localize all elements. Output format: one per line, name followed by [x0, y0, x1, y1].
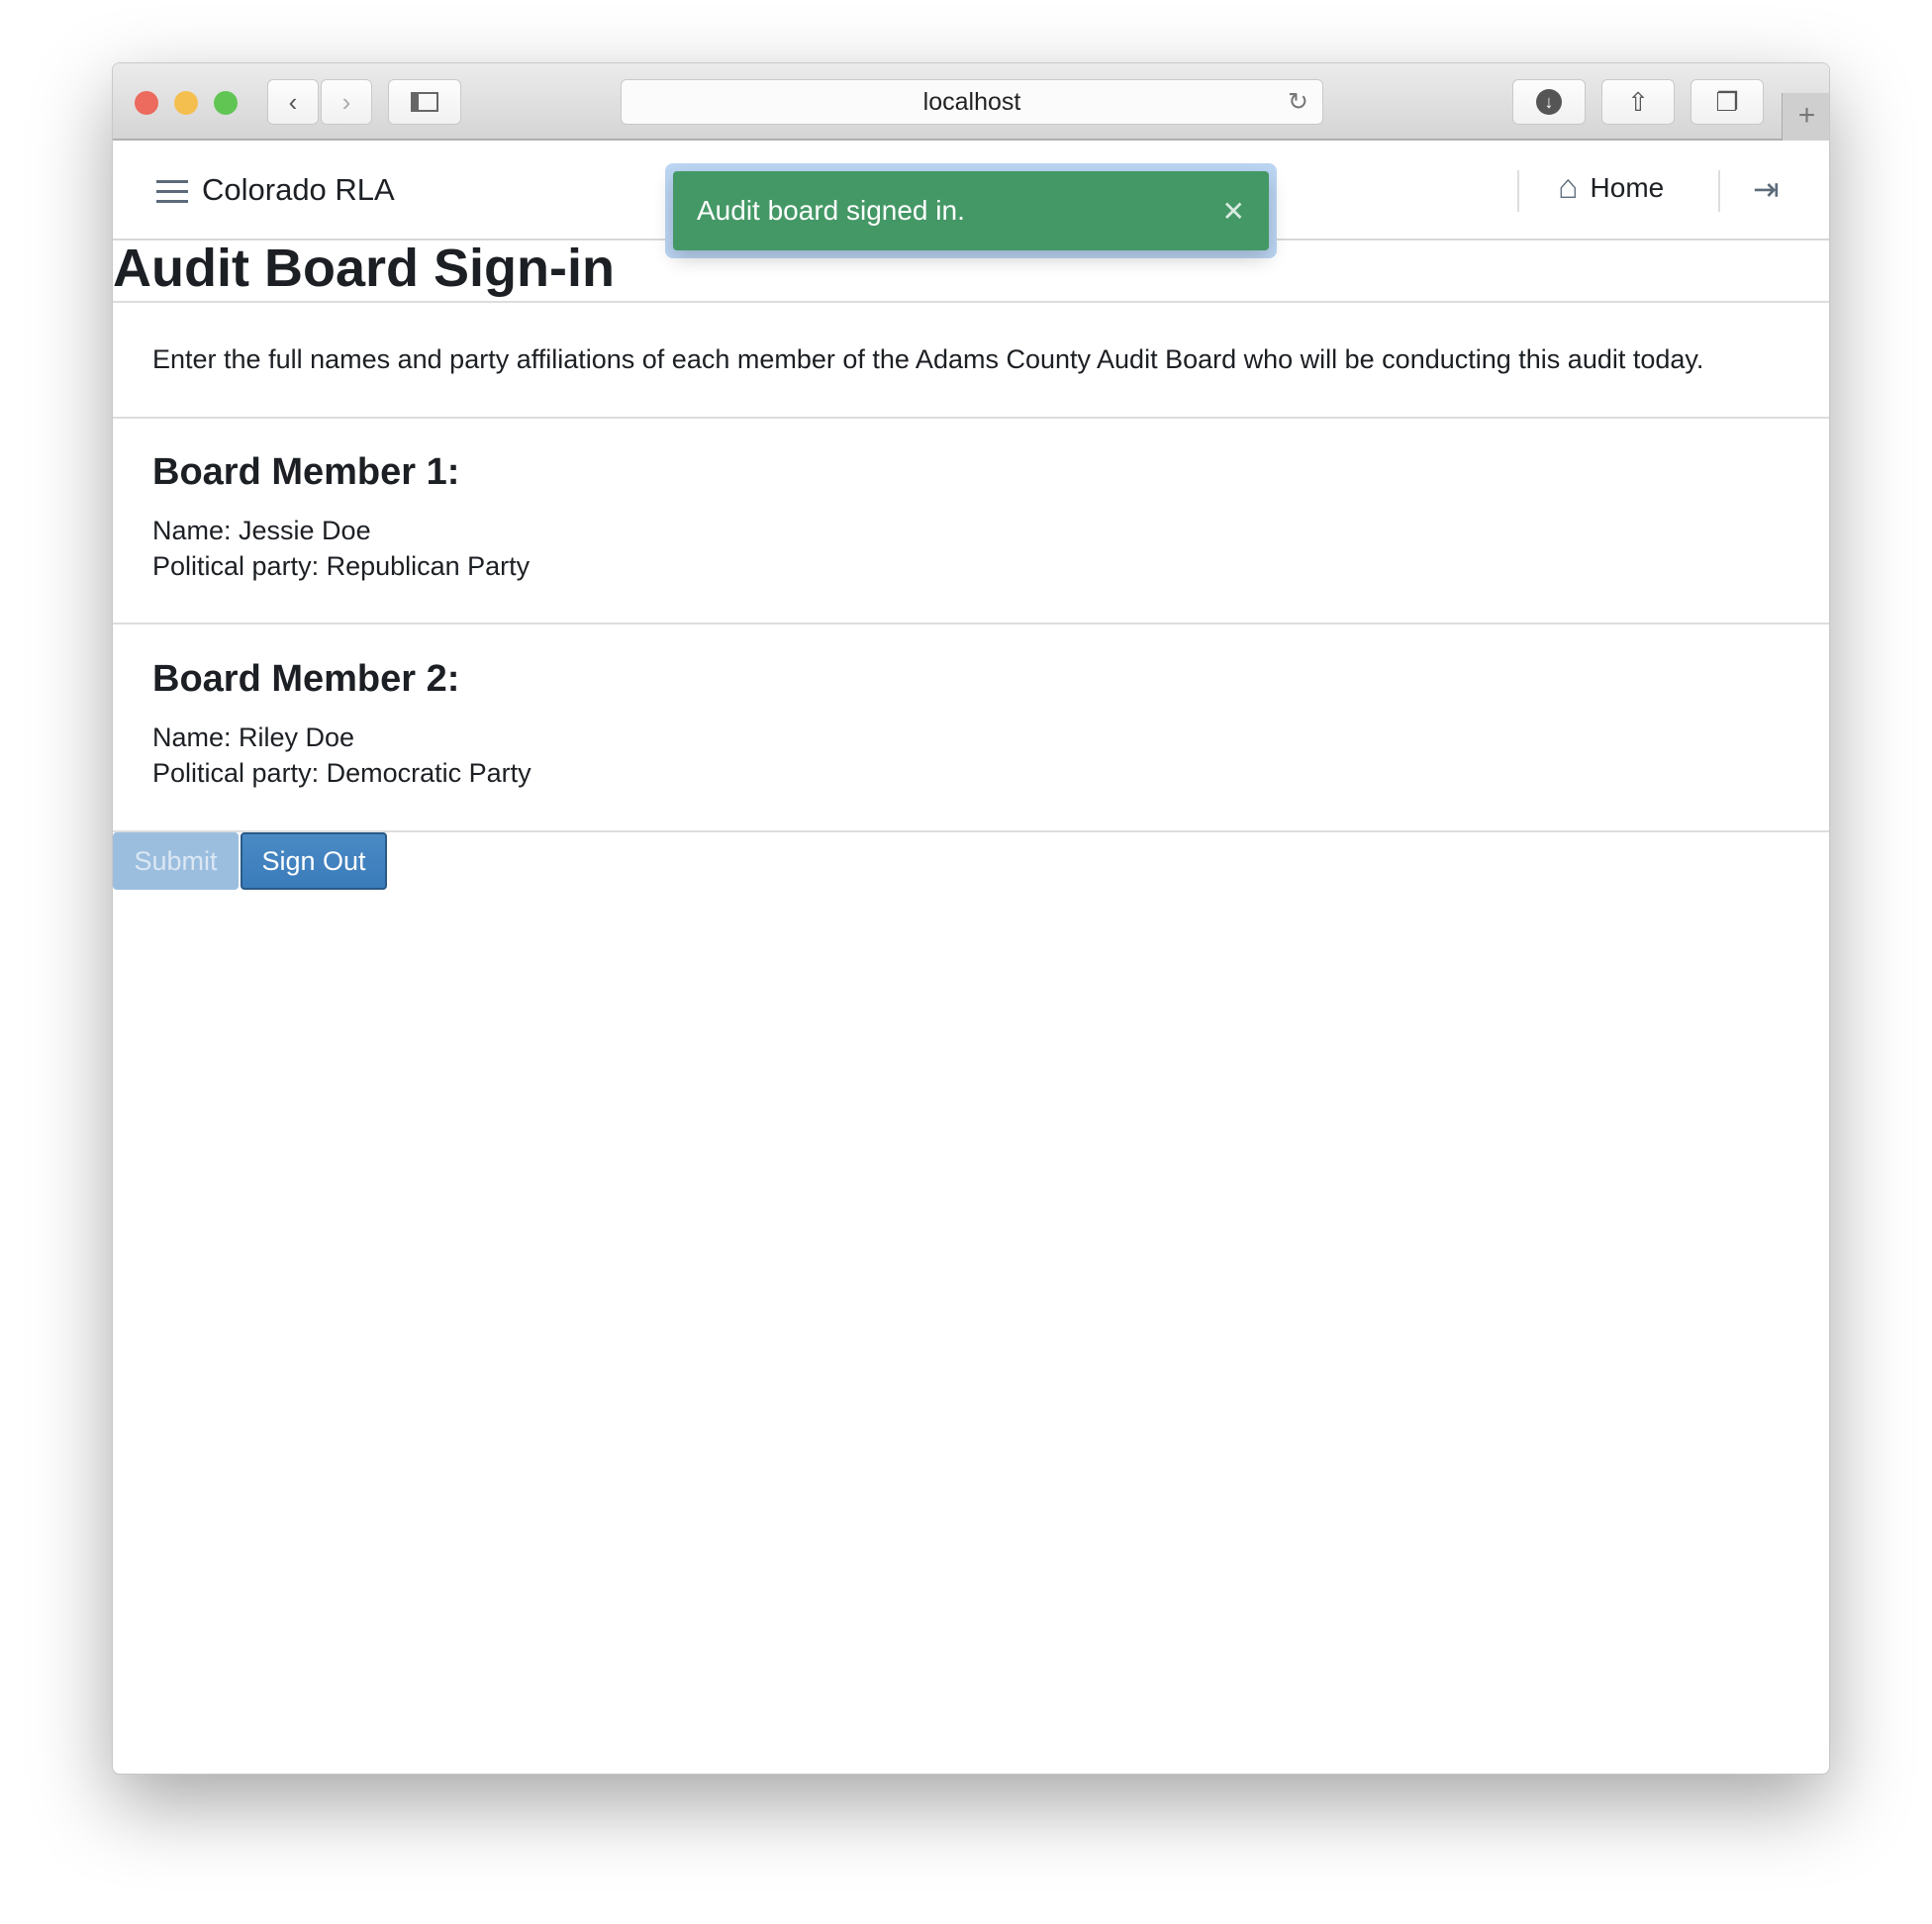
- board-member-1-party: Political party: Republican Party: [152, 551, 531, 581]
- home-label: Home: [1590, 171, 1665, 203]
- chevron-left-icon: ‹: [288, 86, 298, 117]
- reload-icon[interactable]: ↻: [1288, 80, 1308, 124]
- nav-divider: [1517, 170, 1519, 212]
- page-title: Audit Board Sign-in: [113, 239, 615, 298]
- board-member-1-heading: Board Member 1:: [152, 451, 460, 493]
- chevron-right-icon: ›: [341, 86, 351, 117]
- close-icon[interactable]: ✕: [1222, 195, 1245, 228]
- brand-title[interactable]: Colorado RLA: [202, 172, 395, 208]
- hamburger-menu-icon[interactable]: [156, 180, 188, 203]
- board-member-2-name: Name: Riley Doe: [152, 722, 355, 752]
- share-icon: ⇧: [1627, 86, 1649, 117]
- sign-out-button[interactable]: Sign Out: [241, 832, 387, 890]
- instructions-text: Enter the full names and party affiliati…: [152, 344, 1704, 374]
- toast-message: Audit board signed in.: [697, 195, 965, 226]
- home-icon: ⌂: [1558, 168, 1579, 206]
- downloads-button[interactable]: ↓: [1512, 79, 1586, 125]
- share-button[interactable]: ⇧: [1601, 79, 1675, 125]
- tabs-icon: ❐: [1715, 86, 1739, 117]
- board-member-2-heading: Board Member 2:: [152, 658, 460, 700]
- board-member-2-party: Political party: Democratic Party: [152, 758, 531, 788]
- logout-icon[interactable]: ⇥: [1753, 170, 1780, 208]
- home-link[interactable]: ⌂ Home: [1558, 168, 1664, 207]
- minimize-window-button[interactable]: [174, 91, 198, 115]
- forward-button[interactable]: ›: [321, 79, 372, 125]
- tabs-button[interactable]: ❐: [1690, 79, 1764, 125]
- browser-window: ‹ › localhost ↻ ↓ ⇧ ❐ + Colorado RLA ⌂ Ho…: [112, 62, 1830, 1775]
- new-tab-button[interactable]: +: [1782, 93, 1829, 141]
- sidebar-icon: [411, 92, 438, 112]
- submit-button[interactable]: Submit: [113, 832, 239, 890]
- close-window-button[interactable]: [135, 91, 158, 115]
- board-member-1-name: Name: Jessie Doe: [152, 516, 371, 545]
- url-text: localhost: [922, 88, 1021, 116]
- download-icon: ↓: [1536, 89, 1562, 115]
- plus-icon: +: [1797, 99, 1816, 132]
- address-bar[interactable]: localhost ↻: [621, 79, 1323, 125]
- back-button[interactable]: ‹: [267, 79, 319, 125]
- maximize-window-button[interactable]: [214, 91, 238, 115]
- browser-toolbar: ‹ › localhost ↻ ↓ ⇧ ❐ +: [113, 63, 1829, 141]
- nav-divider: [1718, 170, 1720, 212]
- sidebar-button[interactable]: [388, 79, 461, 125]
- toast-notification: Audit board signed in. ✕: [673, 171, 1269, 250]
